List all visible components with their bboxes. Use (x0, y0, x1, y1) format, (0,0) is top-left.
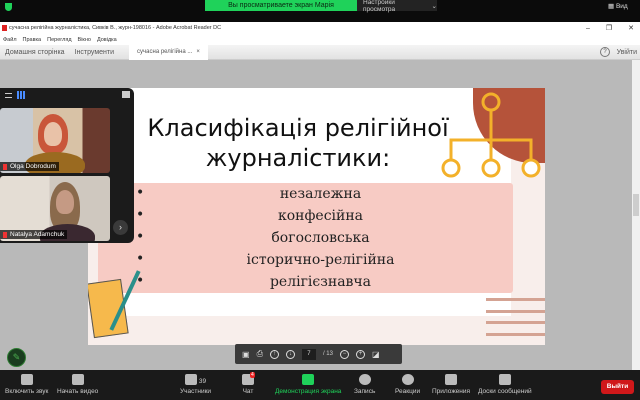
participant-face (44, 122, 62, 146)
zoom-meeting-toolbar: Включить звук Начать видео 39 Участники 4… (0, 370, 640, 400)
participant-name: Natalya Adamchuk (0, 230, 68, 239)
pdf-icon (2, 25, 7, 31)
page-total: / 13 (322, 351, 333, 357)
close-tab-icon[interactable]: × (196, 49, 200, 55)
sharing-banner-text: Вы просматриваете экран Марія (228, 2, 334, 9)
reactions-icon (401, 374, 414, 385)
chat-icon: 4 (242, 372, 255, 385)
whiteboards-label: Доски сообщений (478, 388, 532, 395)
participant-name: Olga Dobrodum (0, 162, 59, 171)
grid-view-icon[interactable] (17, 91, 25, 99)
pdf-page-slide: Класифікація релігійної журналістики: не… (88, 88, 545, 345)
window-title-bar: сучасна релігійна журналістика, Сивків В… (0, 22, 640, 34)
pdf-floating-toolbar: ▣ ⎙ ↑ ↓ 7 / 13 − + ◪ (235, 344, 402, 364)
share-screen-label: Демонстрация экрана (275, 388, 342, 395)
fit-page-icon[interactable]: ◪ (372, 350, 380, 359)
video-tile[interactable]: Natalya Adamchuk (0, 176, 110, 241)
page-number-input[interactable]: 7 (301, 348, 316, 360)
record-button[interactable]: Запись (354, 374, 375, 395)
scrollbar-thumb[interactable] (633, 194, 639, 216)
participants-icon (184, 374, 197, 385)
decorative-stripe (486, 298, 545, 301)
apps-icon (445, 374, 458, 385)
video-off-icon (71, 374, 84, 385)
list-view-icon[interactable] (5, 93, 12, 98)
tab-document-label: сучасна релігійна ... (137, 49, 193, 55)
next-page-icon[interactable]: ↓ (285, 349, 295, 359)
help-icon[interactable]: ? (600, 47, 610, 57)
previous-page-icon[interactable]: ↑ (269, 349, 279, 359)
print-icon[interactable]: ⎙ (257, 349, 263, 359)
unmute-label: Включить звук (5, 388, 49, 395)
view-label: Вид (615, 3, 628, 10)
menu-help[interactable]: Довідка (97, 37, 117, 43)
tab-bar: Домашня сторінка Інструменти сучасна рел… (0, 44, 640, 60)
bullet-item: конфесійна (128, 204, 513, 227)
menu-edit[interactable]: Правка (23, 37, 42, 43)
menu-window[interactable]: Вікно (78, 37, 91, 43)
chat-button[interactable]: 4 Чат (242, 372, 255, 395)
sharing-banner: Вы просматриваете экран Марія (205, 0, 357, 11)
apps-button[interactable]: Приложения (432, 374, 470, 395)
minimize-panel-icon[interactable] (122, 91, 130, 98)
login-link[interactable]: Увійти (617, 49, 637, 56)
participants-label: Участники (180, 388, 212, 395)
tab-document[interactable]: сучасна релігійна ... × (129, 44, 208, 60)
view-options-label: Настройки просмотра (363, 0, 396, 13)
shield-icon[interactable] (5, 3, 12, 11)
next-page-button[interactable]: › (113, 220, 128, 235)
window-controls: – ❐ ✕ (586, 22, 634, 34)
reactions-button[interactable]: Реакции (395, 374, 420, 395)
participants-button[interactable]: 39 Участники (180, 374, 211, 395)
whiteboards-button[interactable]: Доски сообщений (478, 374, 532, 395)
annotate-pencil-icon[interactable]: ✎ (7, 348, 26, 367)
save-icon[interactable]: ▣ (242, 350, 250, 359)
participants-video-panel[interactable]: Olga Dobrodum Natalya Adamchuk › (0, 88, 134, 243)
decorative-stripe (486, 310, 545, 313)
participants-count: 39 (198, 377, 207, 385)
menu-file[interactable]: Файл (3, 37, 17, 43)
video-tile[interactable]: Olga Dobrodum (0, 108, 110, 173)
decorative-stripe (486, 333, 545, 336)
zoom-in-icon[interactable]: + (355, 349, 365, 359)
bullet-item: незалежна (128, 182, 513, 205)
close-icon[interactable]: ✕ (628, 24, 634, 32)
whiteboard-icon (498, 374, 511, 385)
share-screen-button[interactable]: Демонстрация экрана (275, 374, 341, 395)
menu-view[interactable]: Перегляд (47, 37, 71, 43)
restore-icon[interactable]: ❐ (606, 24, 612, 32)
record-icon (358, 374, 371, 385)
tab-tools[interactable]: Інструменти (70, 49, 119, 56)
menu-bar: Файл Правка Перегляд Вікно Довідка (0, 34, 640, 45)
bullet-list: незалежна конфесійна богословська істори… (128, 182, 513, 293)
bullet-item: історично-релігійна (128, 248, 513, 271)
zoom-out-icon[interactable]: − (339, 349, 349, 359)
chevron-down-icon: ⌄ (431, 2, 437, 10)
view-options-button[interactable]: Настройки просмотра ⌄ (357, 0, 437, 13)
decorative-stripe (486, 321, 545, 324)
slide-title: Класифікація релігійної журналістики: (147, 114, 449, 172)
apps-label: Приложения (432, 388, 471, 395)
view-button[interactable]: ▦ Вид (608, 2, 628, 10)
reactions-label: Реакции (395, 388, 421, 395)
chat-label: Чат (242, 388, 254, 395)
participant-face (56, 190, 74, 214)
bullet-item: богословська (128, 226, 513, 249)
chat-badge: 4 (250, 372, 255, 378)
tab-home[interactable]: Домашня сторінка (0, 49, 70, 56)
start-video-button[interactable]: Начать видео (57, 374, 98, 395)
muted-mic-icon (20, 374, 33, 385)
minimize-icon[interactable]: – (586, 25, 590, 32)
bullet-item: релігієзнавча (128, 270, 513, 293)
share-screen-icon (302, 374, 315, 385)
start-video-label: Начать видео (57, 388, 99, 395)
unmute-button[interactable]: Включить звук (5, 374, 48, 395)
record-label: Запись (354, 388, 376, 395)
leave-button[interactable]: Выйти (601, 380, 634, 394)
window-title: сучасна релігійна журналістика, Сивків В… (9, 25, 222, 31)
